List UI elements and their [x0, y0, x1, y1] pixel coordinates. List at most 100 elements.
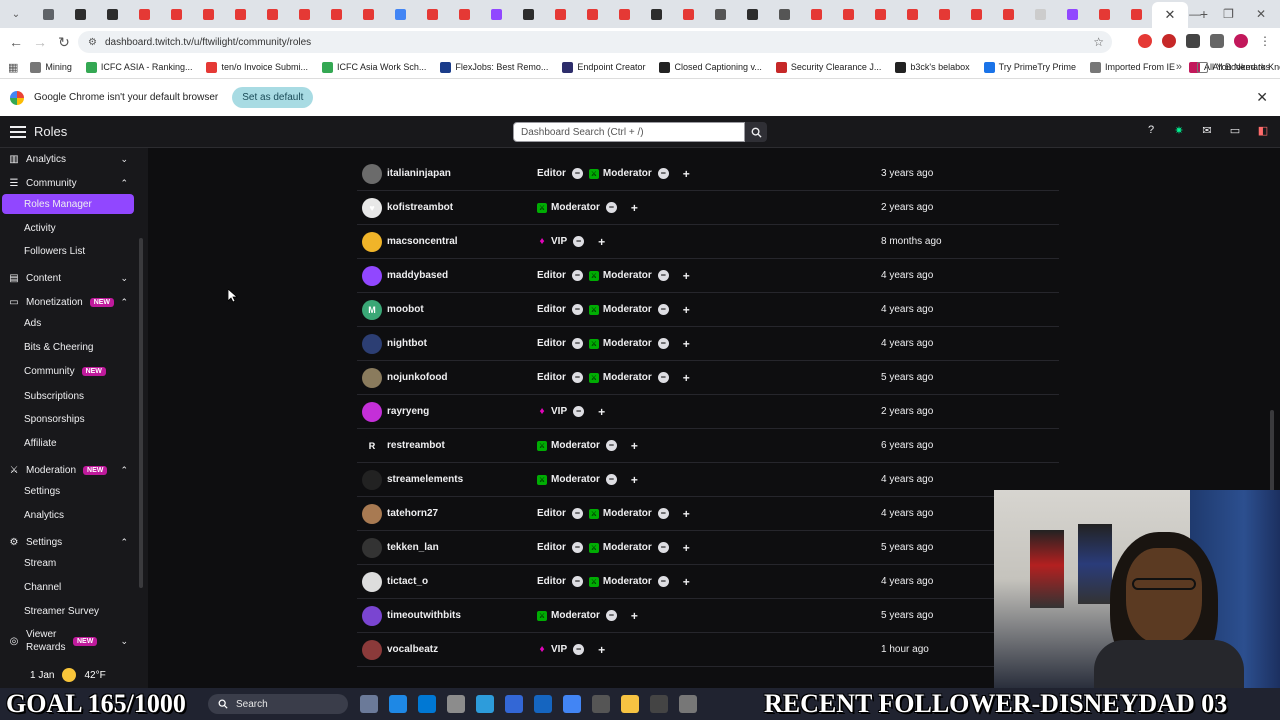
remove-role-icon[interactable]: − [657, 304, 669, 315]
add-role-icon[interactable]: + [683, 575, 690, 589]
sidebar-scrollbar[interactable] [139, 238, 143, 588]
add-role-icon[interactable]: + [683, 371, 690, 385]
username[interactable]: moobot [387, 304, 424, 315]
chevron-down-icon[interactable]: ⌄ [120, 273, 128, 284]
sidebar-item-affiliate[interactable]: Affiliate [2, 433, 134, 453]
chevron-up-icon[interactable]: ⌃ [120, 297, 128, 308]
avatar[interactable] [362, 401, 382, 422]
username[interactable]: timeoutwithbits [387, 610, 461, 621]
site-info-icon[interactable]: ⚙ [88, 37, 97, 48]
remove-role-icon[interactable]: − [571, 304, 583, 315]
username[interactable]: macsoncentral [387, 236, 458, 247]
browser-tab[interactable] [1088, 0, 1120, 28]
profile-avatar[interactable] [1234, 34, 1248, 48]
bookmark-item[interactable]: FlexJobs: Best Remo... [440, 61, 548, 73]
remove-role-icon[interactable]: − [571, 508, 583, 519]
extension-icon[interactable] [1138, 34, 1152, 48]
weather-widget[interactable]: 1 Jan 42°F [0, 662, 148, 688]
sidebar-item-channel[interactable]: Channel [2, 577, 134, 597]
avatar[interactable] [362, 503, 382, 524]
browser-tab[interactable] [960, 0, 992, 28]
sidebar-section-viewer-rewards[interactable]: ◎ Viewer Rewards NEW ⌄ [8, 626, 134, 656]
browser-tab[interactable] [864, 0, 896, 28]
dashboard-search-input[interactable]: Dashboard Search (Ctrl + /) [513, 122, 745, 142]
app-icon[interactable] [447, 695, 465, 713]
zoom-icon[interactable] [534, 695, 552, 713]
search-button[interactable] [745, 122, 767, 142]
add-role-icon[interactable]: + [598, 235, 605, 249]
whisper-icon[interactable]: ▭ [1228, 124, 1242, 137]
browser-tab[interactable] [576, 0, 608, 28]
username[interactable]: streamelements [387, 474, 463, 485]
browser-tab[interactable] [608, 0, 640, 28]
browser-tab[interactable] [32, 0, 64, 28]
bookmark-item[interactable]: Security Clearance J... [775, 61, 881, 73]
browser-tab[interactable] [800, 0, 832, 28]
sidebar-section-monetization[interactable]: ▭ Monetization NEW ⌃ [8, 291, 134, 313]
taskbar-search[interactable]: Search [208, 694, 348, 714]
tab-list-button[interactable]: ⌄ [0, 0, 32, 28]
add-role-icon[interactable]: + [598, 405, 605, 419]
reading-list-icon[interactable] [1210, 34, 1224, 48]
remove-role-icon[interactable]: − [657, 576, 669, 587]
help-icon[interactable]: ? [1144, 124, 1158, 137]
add-role-icon[interactable]: + [683, 167, 690, 181]
all-bookmarks-button[interactable]: All Bookmarks [1197, 61, 1270, 73]
maximize-icon[interactable]: ❐ [1223, 7, 1234, 21]
remove-role-icon[interactable]: − [657, 270, 669, 281]
avatar[interactable] [362, 163, 382, 184]
close-icon[interactable]: ✕ [1256, 89, 1268, 106]
remove-role-icon[interactable]: − [571, 270, 583, 281]
sidebar-section-settings[interactable]: ⚙ Settings ⌃ [8, 531, 134, 553]
avatar[interactable]: R [362, 435, 382, 456]
browser-tab[interactable] [928, 0, 960, 28]
forward-icon[interactable]: → [28, 34, 52, 50]
sidebar-section-content[interactable]: ▤ Content ⌄ [8, 267, 134, 289]
remove-role-icon[interactable]: − [605, 440, 617, 451]
avatar[interactable]: M [362, 299, 382, 320]
browser-tab[interactable] [192, 0, 224, 28]
add-role-icon[interactable]: + [683, 507, 690, 521]
browser-tab[interactable] [64, 0, 96, 28]
bookmark-item[interactable]: Closed Captioning v... [659, 61, 762, 73]
sidebar-item-followers-list[interactable]: Followers List [2, 241, 134, 261]
close-icon[interactable]: ✕ [1165, 7, 1176, 23]
browser-tab[interactable] [544, 0, 576, 28]
remove-role-icon[interactable]: − [657, 338, 669, 349]
app-icon[interactable] [505, 695, 523, 713]
user-avatar[interactable]: ◧ [1256, 124, 1270, 137]
add-role-icon[interactable]: + [631, 201, 638, 215]
add-role-icon[interactable]: + [683, 269, 690, 283]
file-explorer-icon[interactable] [621, 695, 639, 713]
username[interactable]: kofistreambot [387, 202, 453, 213]
browser-tab[interactable] [1024, 0, 1056, 28]
username[interactable]: nojunkofood [387, 372, 448, 383]
app-icon[interactable] [476, 695, 494, 713]
bookmark-item[interactable]: ICFC ASIA - Ranking... [85, 61, 192, 73]
bookmark-star-icon[interactable]: ☆ [1093, 35, 1104, 49]
browser-tab[interactable] [1120, 0, 1152, 28]
avatar[interactable] [362, 639, 382, 660]
bookmark-item[interactable]: b3ck's belabox [895, 61, 970, 73]
bookmark-item[interactable]: ten/o Invoice Submi... [206, 61, 308, 73]
browser-tab[interactable] [288, 0, 320, 28]
menu-kebab-icon[interactable]: ⋮ [1258, 34, 1272, 48]
reload-icon[interactable]: ↻ [52, 34, 76, 51]
username[interactable]: maddybased [387, 270, 448, 281]
browser-tab[interactable] [480, 0, 512, 28]
chevron-up-icon[interactable]: ⌃ [120, 178, 128, 189]
remove-role-icon[interactable]: − [571, 338, 583, 349]
browser-tab[interactable] [224, 0, 256, 28]
sidebar-item-roles-manager[interactable]: Roles Manager [2, 194, 134, 214]
chevron-down-icon[interactable]: ⌄ [120, 636, 128, 647]
browser-tab[interactable] [512, 0, 544, 28]
username[interactable]: vocalbeatz [387, 644, 438, 655]
username[interactable]: restreambot [387, 440, 445, 451]
remove-role-icon[interactable]: − [573, 644, 585, 655]
username[interactable]: italianinjapan [387, 168, 451, 179]
edge-icon[interactable] [389, 695, 407, 713]
add-role-icon[interactable]: + [631, 473, 638, 487]
sidebar-item-streamer-survey[interactable]: Streamer Survey [2, 601, 134, 621]
username[interactable]: tekken_lan [387, 542, 439, 553]
sidebar-section-community[interactable]: ☰ Community ⌃ [8, 172, 134, 194]
